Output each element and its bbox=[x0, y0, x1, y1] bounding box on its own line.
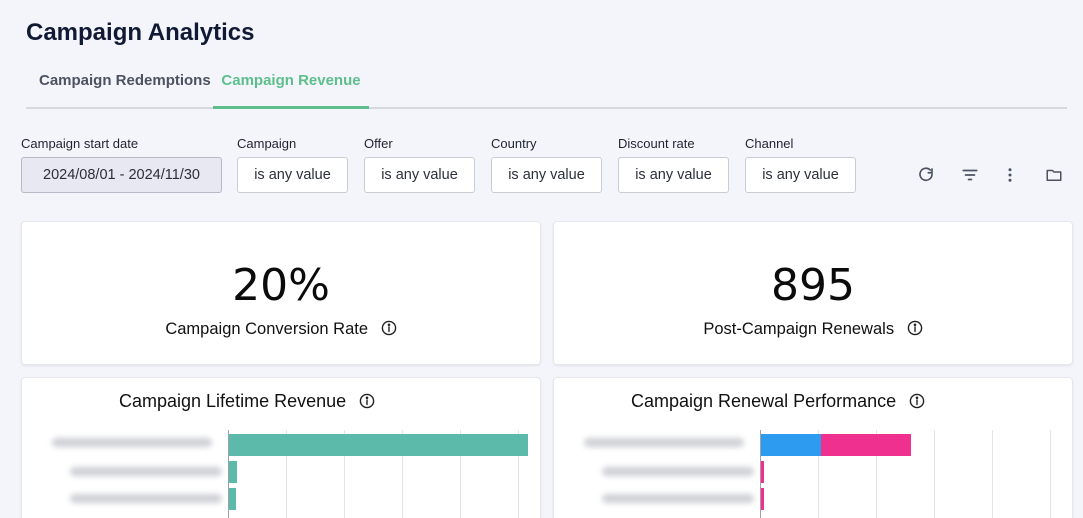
filter-label: Campaign bbox=[237, 136, 297, 151]
refresh-icon[interactable] bbox=[914, 163, 938, 187]
lifetime-revenue-chart bbox=[228, 430, 528, 518]
filter-label: Offer bbox=[364, 136, 393, 151]
info-icon[interactable] bbox=[381, 320, 397, 341]
chart-card-lifetime-revenue: Campaign Lifetime Revenue bbox=[21, 377, 541, 518]
category-label bbox=[584, 438, 744, 447]
offer-filter-value[interactable]: is any value bbox=[364, 157, 475, 193]
filter-campaign: Campaign is any value bbox=[237, 136, 348, 193]
bar-segment bbox=[821, 434, 911, 456]
chart-title: Campaign Lifetime Revenue bbox=[119, 391, 347, 411]
bar bbox=[229, 461, 237, 483]
page-title: Campaign Analytics bbox=[26, 19, 255, 46]
kpi-label: Campaign Conversion Rate bbox=[165, 320, 369, 338]
gridline bbox=[992, 430, 993, 518]
tab-campaign-redemptions[interactable]: Campaign Redemptions bbox=[39, 62, 211, 109]
campaign-filter-value[interactable]: is any value bbox=[237, 157, 348, 193]
info-icon[interactable] bbox=[907, 320, 923, 341]
date-range-input[interactable]: 2024/08/01 - 2024/11/30 bbox=[21, 157, 222, 193]
filter-icon[interactable] bbox=[958, 163, 982, 187]
filter-discount-rate: Discount rate is any value bbox=[618, 136, 729, 193]
kpi-card-renewals: 895 Post-Campaign Renewals bbox=[553, 221, 1073, 365]
kpi-label-row: Post-Campaign Renewals bbox=[554, 320, 1072, 341]
kpi-value: 20% bbox=[232, 260, 330, 311]
category-label bbox=[602, 494, 754, 503]
bar bbox=[229, 434, 528, 456]
gridline bbox=[1050, 430, 1051, 518]
discount-rate-filter-value[interactable]: is any value bbox=[618, 157, 729, 193]
tab-bar: Campaign Redemptions Campaign Revenue bbox=[26, 62, 1067, 109]
country-filter-value[interactable]: is any value bbox=[491, 157, 602, 193]
bar-segment bbox=[761, 461, 764, 483]
chart-title: Campaign Renewal Performance bbox=[631, 391, 897, 411]
filter-channel: Channel is any value bbox=[745, 136, 856, 193]
folder-icon[interactable] bbox=[1042, 163, 1066, 187]
filter-label: Discount rate bbox=[618, 136, 695, 151]
category-label bbox=[70, 494, 222, 503]
tab-campaign-revenue[interactable]: Campaign Revenue bbox=[213, 62, 369, 109]
bar-segment bbox=[761, 488, 764, 510]
kpi-card-conversion-rate: 20% Campaign Conversion Rate bbox=[21, 221, 541, 365]
info-icon[interactable] bbox=[359, 393, 375, 414]
bar bbox=[229, 488, 237, 510]
kpi-label-row: Campaign Conversion Rate bbox=[22, 320, 540, 341]
chart-title-row: Campaign Renewal Performance bbox=[554, 391, 1072, 414]
filter-country: Country is any value bbox=[491, 136, 602, 193]
filter-offer: Offer is any value bbox=[364, 136, 475, 193]
filter-label: Channel bbox=[745, 136, 794, 151]
filter-campaign-start-date: Campaign start date 2024/08/01 - 2024/11… bbox=[21, 136, 222, 193]
kpi-label: Post-Campaign Renewals bbox=[703, 320, 895, 338]
category-label bbox=[602, 467, 754, 476]
more-vert-icon[interactable] bbox=[998, 163, 1022, 187]
renewal-performance-chart bbox=[760, 430, 1060, 518]
gridline bbox=[934, 430, 935, 518]
chart-title-row: Campaign Lifetime Revenue bbox=[22, 391, 540, 414]
chart-card-renewal-performance: Campaign Renewal Performance bbox=[553, 377, 1073, 518]
filter-label: Country bbox=[491, 136, 537, 151]
category-label bbox=[70, 467, 222, 476]
info-icon[interactable] bbox=[909, 393, 925, 414]
category-label bbox=[52, 438, 212, 447]
bar-segment bbox=[761, 434, 821, 456]
kpi-value: 895 bbox=[771, 260, 855, 311]
filter-label: Campaign start date bbox=[21, 136, 139, 151]
channel-filter-value[interactable]: is any value bbox=[745, 157, 856, 193]
